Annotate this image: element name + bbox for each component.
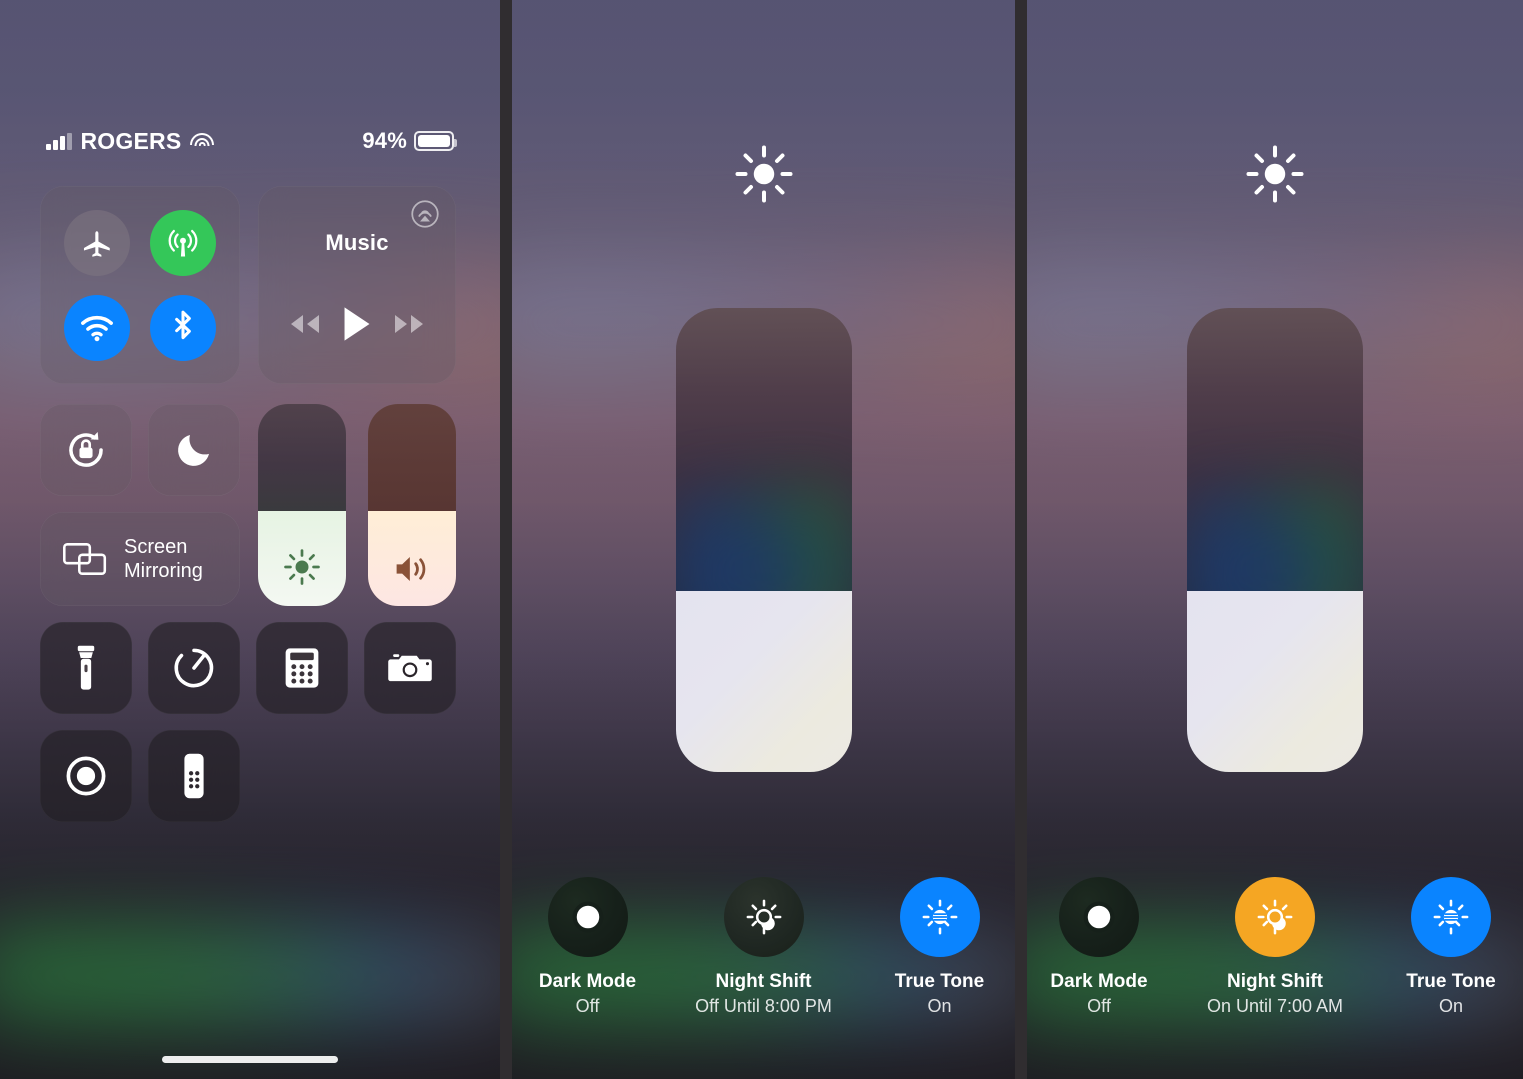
screen-record-icon — [66, 756, 106, 796]
night-shift-icon — [1257, 899, 1293, 935]
brightness-sheet: Dark Mode Off Night — [512, 0, 1015, 1079]
speaker-icon — [396, 557, 426, 581]
panel-brightness-expanded-right: Dark Mode Off Night Shift On Until 7:00 … — [1027, 0, 1523, 1079]
panel-control-center: ROGERS 94% Music Screen Mirroring — [0, 0, 500, 1079]
battery-icon — [414, 131, 457, 151]
sun-icon — [735, 145, 792, 203]
brightness-sheet: Dark Mode Off Night — [1027, 0, 1523, 1079]
calculator-button[interactable] — [256, 622, 348, 714]
dark-mode-toggle[interactable]: Dark Mode Off — [1040, 877, 1158, 1017]
tv-remote-icon — [184, 753, 204, 799]
brightness-slider-large-fill — [1187, 591, 1363, 772]
dark-mode-label: Dark Mode — [1050, 971, 1148, 992]
status-bar: ROGERS 94% — [0, 124, 500, 158]
brightness-slider-large[interactable] — [1187, 308, 1363, 772]
true-tone-icon — [922, 899, 957, 935]
connectivity-module — [40, 186, 240, 384]
media-module[interactable]: Music — [258, 186, 456, 384]
flashlight-icon — [77, 645, 95, 690]
do-not-disturb-toggle[interactable] — [148, 404, 240, 496]
true-tone-toggle[interactable]: True Tone On — [1392, 877, 1510, 1017]
screen-record-button[interactable] — [40, 730, 132, 822]
rotation-lock-toggle[interactable] — [40, 404, 132, 496]
display-toggles-row: Dark Mode Off Night — [1027, 877, 1523, 1017]
dark-mode-toggle[interactable]: Dark Mode Off — [529, 877, 647, 1017]
control-center: Music Screen Mirroring — [0, 0, 500, 1079]
dark-mode-state: Off — [1087, 996, 1111, 1016]
battery-percent-label: 94% — [362, 128, 407, 153]
true-tone-label: True Tone — [1406, 971, 1496, 992]
wifi-icon — [81, 315, 113, 341]
panel-brightness-expanded-middle: Dark Mode Off Night Shift Off Until 8:00… — [512, 0, 1015, 1079]
brightness-sun-icon — [284, 549, 320, 585]
panel-divider — [500, 0, 512, 1079]
dark-mode-label: Dark Mode — [538, 971, 637, 992]
airplane-icon — [83, 230, 110, 257]
true-tone-icon — [1433, 899, 1469, 935]
night-shift-toggle[interactable]: Night Shift On Until 7:00 AM — [1207, 877, 1343, 1017]
media-title: Music — [325, 230, 389, 255]
brightness-slider-large-fill — [675, 591, 852, 772]
screen-mirroring-button[interactable]: Screen Mirroring — [40, 512, 240, 606]
night-shift-state: Off Until 8:00 PM — [695, 996, 832, 1016]
display-toggles-row: Dark Mode Off Night — [512, 877, 1015, 1017]
panel-divider — [1015, 0, 1027, 1079]
bluetooth-toggle[interactable] — [150, 294, 216, 361]
dark-mode-icon — [1083, 901, 1115, 933]
dark-mode-icon — [572, 901, 603, 933]
wifi-toggle[interactable] — [64, 294, 130, 361]
rotation-lock-icon — [69, 431, 103, 467]
brightness-slider[interactable] — [258, 404, 346, 606]
screen-mirroring-line2: Mirroring — [124, 560, 203, 582]
true-tone-state: On — [1438, 996, 1463, 1016]
carrier-label: ROGERS — [80, 127, 182, 154]
night-shift-state: On Until 7:00 AM — [1206, 996, 1344, 1016]
bluetooth-icon — [175, 310, 191, 339]
screen-mirroring-line1: Screen — [124, 535, 188, 558]
screen-mirroring-icon — [63, 543, 107, 575]
screenshot-root: ROGERS 94% Music Screen Mirroring Dark M… — [0, 0, 1523, 1079]
night-shift-toggle[interactable]: Night Shift Off Until 8:00 PM — [695, 877, 832, 1017]
timer-icon — [174, 648, 214, 688]
cellular-bars-icon — [46, 132, 72, 150]
wifi-icon — [190, 132, 215, 150]
night-shift-label: Night Shift — [1226, 971, 1324, 992]
moon-icon — [178, 435, 209, 466]
cellular-tower-icon — [168, 229, 198, 256]
night-shift-icon — [746, 899, 781, 935]
rewind-icon[interactable] — [288, 313, 322, 335]
home-indicator[interactable] — [162, 1056, 338, 1063]
sun-icon — [1246, 145, 1304, 203]
timer-button[interactable] — [148, 622, 240, 714]
flashlight-toggle[interactable] — [40, 622, 132, 714]
fast-forward-icon[interactable] — [392, 313, 426, 335]
true-tone-toggle[interactable]: True Tone On — [881, 877, 999, 1017]
true-tone-label: True Tone — [894, 971, 985, 992]
calculator-icon — [285, 648, 319, 688]
cellular-data-toggle[interactable] — [150, 209, 216, 276]
play-icon[interactable] — [341, 306, 373, 342]
dark-mode-state: Off — [575, 996, 600, 1016]
true-tone-state: On — [927, 996, 952, 1016]
camera-button[interactable] — [364, 622, 456, 714]
night-shift-label: Night Shift — [715, 971, 812, 992]
brightness-slider-large[interactable] — [675, 308, 852, 772]
airplay-icon[interactable] — [410, 199, 440, 229]
volume-slider[interactable] — [368, 404, 456, 606]
airplane-mode-toggle[interactable] — [64, 209, 130, 276]
camera-icon — [388, 654, 432, 682]
apple-tv-remote-button[interactable] — [148, 730, 240, 822]
